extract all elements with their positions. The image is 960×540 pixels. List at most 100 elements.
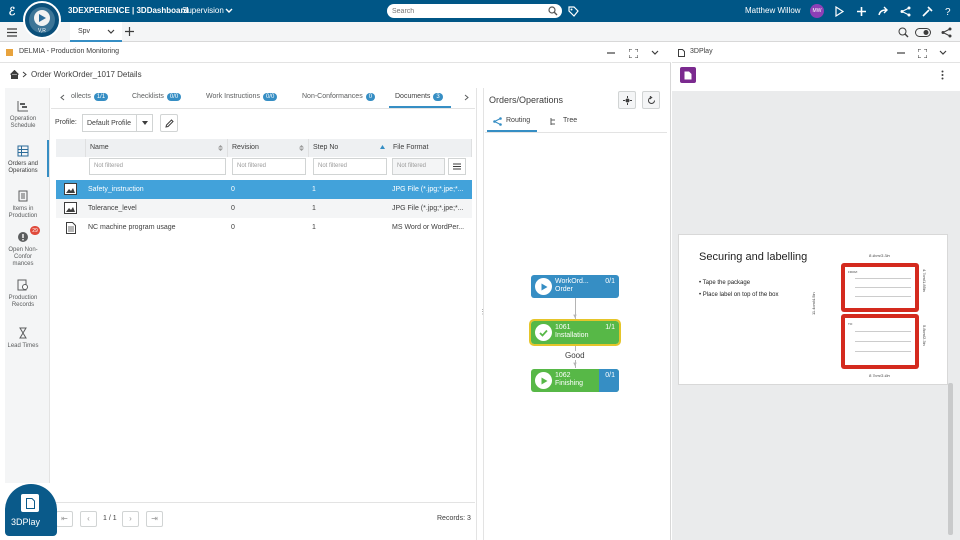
search-people-icon[interactable] xyxy=(897,26,909,38)
minimize-icon[interactable] xyxy=(896,48,906,58)
maximize-icon[interactable] xyxy=(628,48,638,58)
table-row[interactable]: Tolerance_level 0 1 JPG File (*.jpg;*.jp… xyxy=(56,199,472,218)
row-name: Safety_instruction xyxy=(88,186,144,193)
chevron-down-icon[interactable] xyxy=(106,28,116,36)
search-icon[interactable] xyxy=(547,5,559,17)
tab-routing[interactable]: Routing xyxy=(487,113,537,131)
tab-spv[interactable]: Spv xyxy=(70,22,122,42)
sort-icon[interactable] xyxy=(217,145,223,151)
row-name: Tolerance_level xyxy=(88,205,137,212)
tabs-divider xyxy=(51,108,475,109)
compass-label: V,R xyxy=(38,28,46,34)
maximize-icon[interactable] xyxy=(917,48,927,58)
nav-open-nonconformances[interactable]: Open Non-Confor mances xyxy=(5,231,41,268)
panel-splitter[interactable]: ⋮ xyxy=(476,88,486,540)
document-file-icon xyxy=(65,221,76,234)
profile-select-value: Default Profile xyxy=(87,120,131,127)
nav-operation-schedule[interactable]: Operation Schedule xyxy=(5,100,41,130)
toggle-icon[interactable] xyxy=(915,27,931,37)
home-icon[interactable] xyxy=(9,69,19,79)
label-panel: TO: xyxy=(845,318,915,365)
column-header-revision[interactable]: Revision xyxy=(228,139,309,157)
caret-down-icon[interactable] xyxy=(141,120,149,126)
compass-widget[interactable]: V,R xyxy=(23,1,61,39)
refresh-button[interactable] xyxy=(642,91,660,109)
operation-node-finishing[interactable]: 1062 Finishing 0/1 xyxy=(531,369,619,392)
filter-step[interactable]: Not filtered xyxy=(313,158,387,175)
node-line2: Finishing xyxy=(555,380,584,387)
column-menu-button[interactable] xyxy=(448,158,466,175)
center-view-button[interactable] xyxy=(618,91,636,109)
nav-items-in-production[interactable]: Items in Production xyxy=(5,190,41,220)
column-header-name[interactable]: Name xyxy=(86,139,228,157)
label-to: TO: xyxy=(848,322,853,326)
previous-page-button[interactable]: ‹ xyxy=(80,511,97,527)
tab-work-instructions[interactable]: Work Instructions 0/0 xyxy=(206,93,278,101)
panel-color-marker xyxy=(6,49,13,56)
tabs-scroll-right-icon[interactable] xyxy=(462,93,470,102)
add-icon[interactable] xyxy=(855,5,867,17)
viewer-scrollbar[interactable] xyxy=(948,383,953,535)
first-page-button[interactable]: ⇤ xyxy=(56,511,73,527)
profile-label: Profile: xyxy=(55,119,77,126)
last-page-button[interactable]: ⇥ xyxy=(146,511,163,527)
add-tab-icon[interactable] xyxy=(124,26,134,36)
sort-ascending-icon[interactable] xyxy=(379,144,385,150)
tab-tree[interactable]: Tree xyxy=(546,113,586,131)
share-icon[interactable] xyxy=(940,26,952,38)
search-input[interactable] xyxy=(392,5,542,17)
tabs-scroll-left-icon[interactable] xyxy=(58,93,66,102)
share-arrow-icon[interactable] xyxy=(833,5,845,17)
tag-icon[interactable] xyxy=(567,5,579,17)
sort-icon[interactable] xyxy=(298,145,304,151)
tab-tree-label: Tree xyxy=(563,117,578,124)
tab-non-conformances[interactable]: Non-Conformances 0 xyxy=(302,93,376,101)
next-page-button[interactable]: › xyxy=(122,511,139,527)
tools-icon[interactable] xyxy=(921,5,933,17)
records-count: Records: 3 xyxy=(437,515,471,522)
play-icon xyxy=(535,278,552,295)
filter-revision[interactable]: Not filtered xyxy=(232,158,306,175)
edit-profile-button[interactable] xyxy=(160,114,178,132)
more-options-icon[interactable] xyxy=(938,69,946,81)
node-qty: 1/1 xyxy=(605,324,615,331)
chevron-down-icon[interactable] xyxy=(224,7,234,15)
doc-bullet: • Tape the package xyxy=(699,280,751,286)
play-launcher[interactable]: 3DPlay xyxy=(5,484,57,536)
ds-logo-icon[interactable]: ℰ xyxy=(5,4,19,18)
nav-orders-operations-label: Orders and Operations xyxy=(7,161,38,174)
chevron-down-icon[interactable] xyxy=(938,49,948,57)
search-box[interactable] xyxy=(387,4,562,18)
dashboard-name[interactable]: Supervision xyxy=(182,6,224,15)
label-line xyxy=(855,296,911,297)
chevron-down-icon[interactable] xyxy=(650,49,660,57)
tab-collects[interactable]: ollects 1/1 xyxy=(71,93,109,101)
tab-checklists[interactable]: Checklists 0/0 xyxy=(132,93,182,101)
profile-select[interactable]: Default Profile xyxy=(82,114,153,132)
node-line1: 1062 xyxy=(555,372,571,379)
label-line xyxy=(855,287,911,288)
user-name[interactable]: Matthew Willow xyxy=(745,6,801,15)
forward-icon[interactable] xyxy=(877,5,889,17)
dashboard-tab-bar: Spv xyxy=(0,22,960,42)
minimize-icon[interactable] xyxy=(606,48,616,58)
nav-production-records[interactable]: Production Records xyxy=(5,279,41,309)
tab-documents[interactable]: Documents 3 xyxy=(395,93,443,101)
help-icon[interactable]: ? xyxy=(942,5,954,17)
menu-icon[interactable] xyxy=(6,26,18,38)
workorder-node[interactable]: WorkOrd... Order 0/1 xyxy=(531,275,619,298)
table-row[interactable]: NC machine program usage 0 1 MS Word or … xyxy=(56,218,472,237)
filter-format[interactable]: Not filtered xyxy=(392,158,445,175)
table-row[interactable]: Safety_instruction 0 1 JPG File (*.jpg;*… xyxy=(56,180,472,199)
network-share-icon[interactable] xyxy=(899,5,911,17)
avatar[interactable]: MW xyxy=(810,4,824,18)
column-header-format[interactable]: File Format xyxy=(389,139,472,157)
document-app-icon[interactable] xyxy=(680,67,696,83)
nav-orders-operations[interactable]: Orders and Operations xyxy=(5,145,41,175)
nav-lead-times[interactable]: Lead Times xyxy=(5,327,41,350)
node-qty: 0/1 xyxy=(605,278,615,285)
column-header-step[interactable]: Step No xyxy=(309,139,390,157)
row-step: 1 xyxy=(312,205,316,212)
operation-node-installation[interactable]: 1061 Installation 1/1 xyxy=(529,319,621,346)
filter-name[interactable]: Not filtered xyxy=(89,158,226,175)
